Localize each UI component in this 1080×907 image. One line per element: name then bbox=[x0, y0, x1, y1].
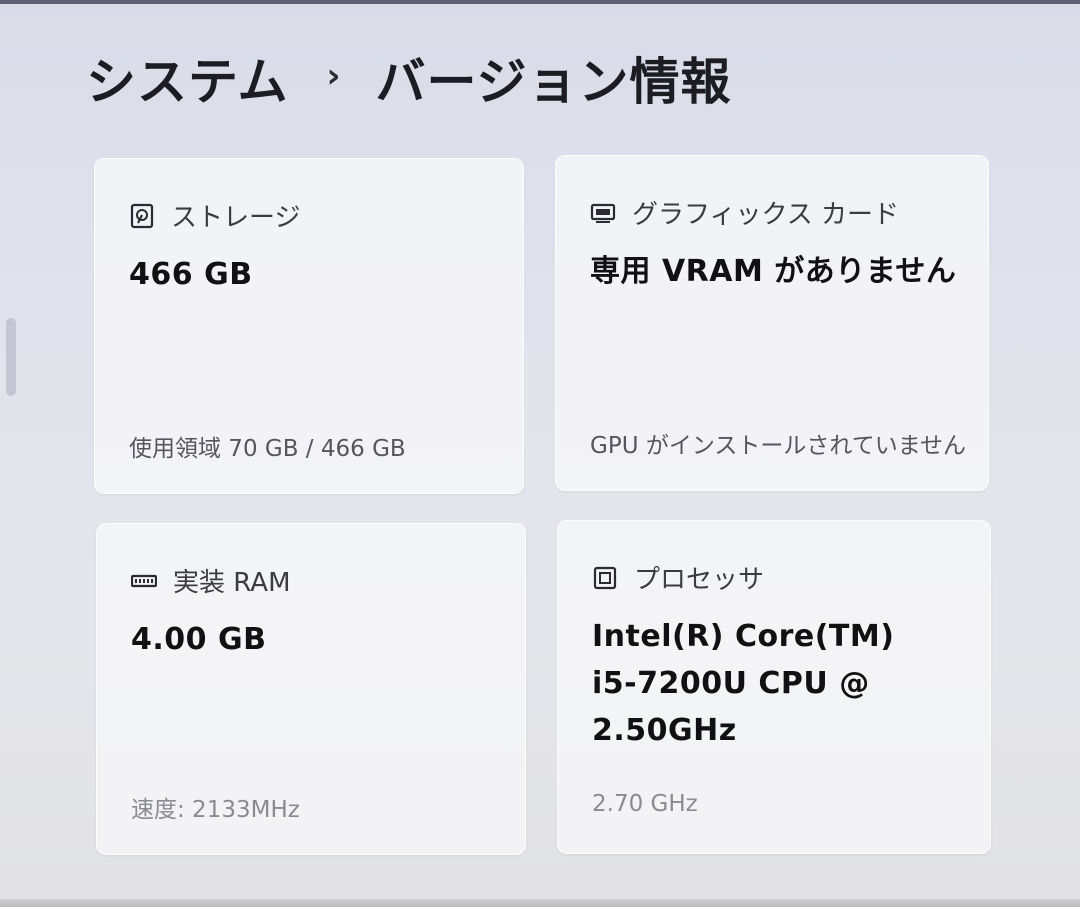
ram-installed-value: 4.00 GB bbox=[131, 622, 267, 657]
ram-label: 実装 RAM bbox=[173, 568, 291, 598]
processor-model-line-2: i5-7200U CPU @ bbox=[592, 666, 870, 701]
ram-card-header: 実装 RAM bbox=[130, 562, 291, 599]
storage-used-detail: 使用領域 70 GB / 466 GB bbox=[129, 436, 406, 462]
processor-model-line-3: 2.50GHz bbox=[592, 713, 737, 748]
scrollbar-thumb[interactable] bbox=[6, 318, 16, 396]
graphics-label: グラフィックス カード bbox=[632, 200, 899, 230]
breadcrumb: システム › バージョン情報 bbox=[86, 42, 732, 114]
window-bottom-edge bbox=[0, 899, 1080, 907]
storage-card-header: ストレージ bbox=[129, 197, 300, 234]
processor-card: プロセッサ Intel(R) Core(TM) i5-7200U CPU @ 2… bbox=[557, 520, 991, 854]
storage-total-value: 466 GB bbox=[129, 257, 253, 292]
page-title: バージョン情報 bbox=[375, 53, 732, 111]
graphics-card-header: グラフィックス カード bbox=[590, 194, 899, 231]
processor-label: プロセッサ bbox=[634, 565, 765, 595]
graphics-gpu-detail: GPU がインストールされていません bbox=[590, 433, 966, 459]
ram-speed-detail: 速度: 2133MHz bbox=[131, 797, 300, 823]
storage-card: ストレージ 466 GB 使用領域 70 GB / 466 GB bbox=[94, 158, 524, 494]
storage-label: ストレージ bbox=[171, 203, 301, 233]
graphics-card: グラフィックス カード 専用 VRAM がありません GPU がインストールされ… bbox=[555, 155, 989, 491]
ram-card: 実装 RAM 4.00 GB 速度: 2133MHz bbox=[96, 523, 526, 855]
processor-chip-icon bbox=[592, 565, 618, 591]
window-top-edge bbox=[0, 0, 1080, 4]
memory-module-icon bbox=[130, 568, 158, 594]
processor-model-value: Intel(R) Core(TM) i5-7200U CPU @ 2.50GHz bbox=[592, 613, 894, 754]
processor-clock-detail: 2.70 GHz bbox=[592, 791, 698, 817]
processor-card-header: プロセッサ bbox=[592, 559, 764, 596]
breadcrumb-separator-icon: › bbox=[326, 56, 342, 96]
breadcrumb-parent-link[interactable]: システム bbox=[86, 42, 289, 114]
graphics-vram-value: 専用 VRAM がありません bbox=[590, 254, 957, 289]
storage-drive-icon bbox=[129, 203, 155, 229]
processor-model-line-1: Intel(R) Core(TM) bbox=[592, 619, 895, 654]
display-icon bbox=[590, 200, 616, 226]
